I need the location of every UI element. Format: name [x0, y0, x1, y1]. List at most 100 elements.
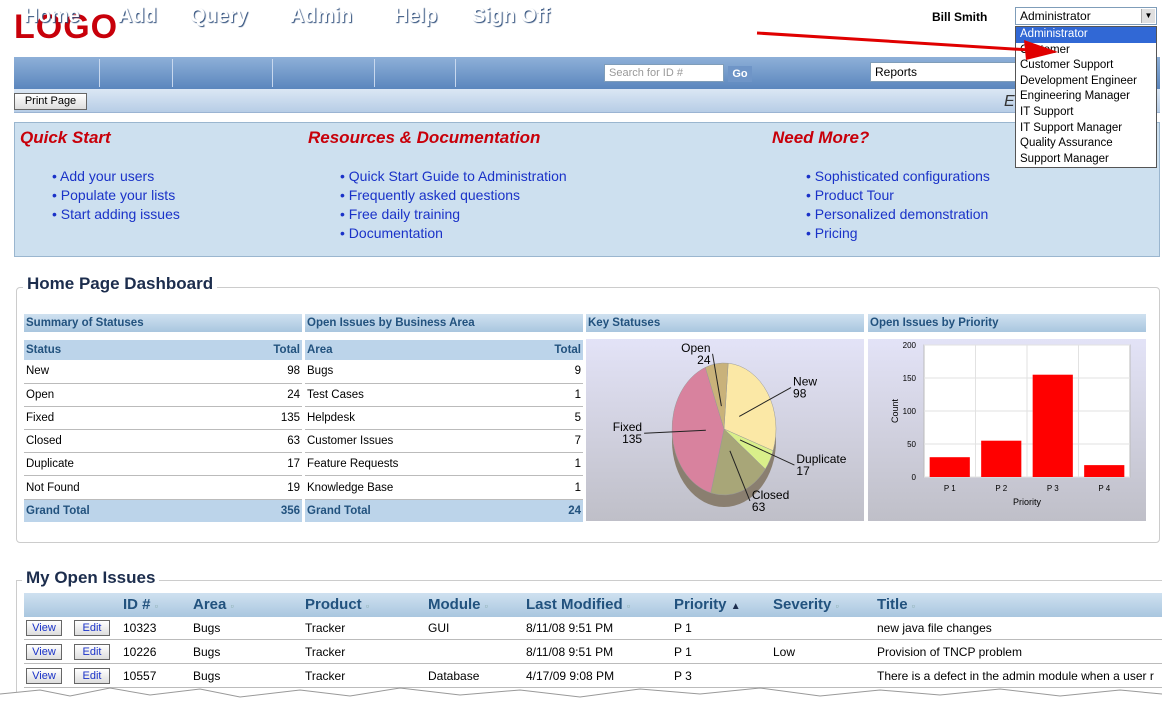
total-cell: 63: [215, 429, 302, 454]
key-statuses-header: Key Statuses: [586, 314, 864, 332]
column-header-module[interactable]: Module ▫: [428, 593, 488, 617]
area-cell: Bugs: [305, 360, 516, 384]
print-page-button[interactable]: Print Page: [14, 93, 87, 110]
business-area-table: Area Total Bugs 9 Test Cases 1 Helpdesk 5 C…: [305, 340, 583, 523]
view-button[interactable]: View: [26, 644, 62, 660]
quick-start-link[interactable]: Add your users: [52, 167, 180, 186]
quick-start-link[interactable]: Populate your lists: [52, 186, 180, 205]
column-header-id[interactable]: ID # ▫: [123, 593, 158, 617]
role-select[interactable]: Administrator ▼: [1015, 7, 1157, 25]
resources-heading: Resources & Documentation: [308, 128, 541, 147]
column-header-title[interactable]: Title ▫: [877, 593, 915, 617]
issue-module: GUI: [428, 621, 450, 635]
role-dropdown-list[interactable]: Administrator Customer Customer Support …: [1015, 26, 1157, 169]
area-cell: Customer Issues: [305, 429, 516, 454]
role-option[interactable]: Administrator: [1016, 27, 1156, 43]
need-more-link[interactable]: Pricing: [806, 224, 990, 243]
edit-button[interactable]: Edit: [74, 644, 110, 660]
need-more-link[interactable]: Product Tour: [806, 186, 990, 205]
column-header-area[interactable]: Area ▫: [193, 593, 234, 617]
nav-admin[interactable]: Admin: [290, 0, 352, 32]
y-tick-label: 200: [903, 341, 917, 350]
table-row[interactable]: View Edit 10323 Bugs Tracker GUI 8/11/08…: [24, 617, 1162, 640]
x-tick-label: P 4: [1098, 484, 1110, 493]
table-row: New 98: [24, 360, 302, 384]
role-option[interactable]: Support Manager: [1016, 152, 1156, 168]
chevron-down-icon[interactable]: ▼: [1141, 9, 1155, 23]
status-cell: Not Found: [24, 475, 216, 500]
sort-icon: ▫: [484, 601, 488, 611]
pie-value-label: 24: [697, 353, 711, 367]
need-more-heading: Need More?: [772, 128, 870, 147]
role-option[interactable]: Customer Support: [1016, 58, 1156, 74]
table-row: Fixed 135: [24, 406, 302, 431]
quick-start-link[interactable]: Start adding issues: [52, 205, 180, 224]
nav-query[interactable]: Query: [190, 0, 248, 32]
grand-total-label: Grand Total: [305, 499, 516, 523]
column-header-severity[interactable]: Severity ▫: [773, 593, 839, 617]
y-tick-label: 150: [903, 374, 917, 383]
sub-toolbar: [14, 89, 1160, 113]
view-button[interactable]: View: [26, 620, 62, 636]
issue-title[interactable]: Provision of TNCP problem: [877, 641, 1022, 664]
role-option[interactable]: IT Support: [1016, 105, 1156, 121]
x-axis-label: Priority: [1013, 497, 1042, 507]
search-id-input[interactable]: Search for ID #: [604, 64, 724, 82]
priority-header: Open Issues by Priority: [868, 314, 1146, 332]
need-more-link[interactable]: Sophisticated configurations: [806, 167, 990, 186]
role-option[interactable]: Quality Assurance: [1016, 136, 1156, 152]
total-cell: 5: [515, 406, 583, 431]
nav-add[interactable]: Add: [118, 0, 157, 32]
key-statuses-pie-chart: New98Duplicate17Closed63Fixed135Open24: [613, 341, 847, 514]
resources-link[interactable]: Quick Start Guide to Administration: [340, 167, 567, 186]
summary-statuses-table: Status Total New 98 Open 24 Fixed 135 Close…: [24, 340, 302, 523]
total-cell: 1: [515, 452, 583, 477]
issue-severity: Low: [773, 645, 796, 659]
total-cell: 9: [515, 360, 583, 384]
column-header: Total: [215, 340, 302, 360]
dashboard-title: Home Page Dashboard: [23, 274, 218, 294]
go-button[interactable]: Go: [728, 66, 752, 82]
y-axis-label: Count: [890, 399, 900, 424]
issue-title[interactable]: new java file changes: [877, 617, 992, 640]
total-cell: 135: [215, 406, 302, 431]
issue-priority: P 1: [674, 645, 692, 659]
issue-last-modified: 8/11/08 9:51 PM: [526, 621, 614, 635]
nav-help[interactable]: Help: [394, 0, 437, 32]
bar-p1: [929, 457, 970, 477]
issue-product: Tracker: [305, 621, 346, 635]
sort-ascending-icon: ▲: [730, 601, 741, 612]
quick-start-links: Add your users Populate your lists Start…: [52, 167, 180, 224]
column-header-priority[interactable]: Priority ▲: [674, 593, 741, 617]
total-cell: 19: [215, 475, 302, 500]
resources-link[interactable]: Frequently asked questions: [340, 186, 567, 205]
role-option[interactable]: IT Support Manager: [1016, 121, 1156, 137]
column-header: Status: [24, 340, 216, 360]
table-row: Duplicate 17: [24, 452, 302, 477]
area-cell: Helpdesk: [305, 406, 516, 431]
pie-value-label: 63: [752, 500, 766, 514]
column-header-product[interactable]: Product ▫: [305, 593, 369, 617]
column-header-last-modified[interactable]: Last Modified ▫: [526, 593, 630, 617]
table-row: Bugs 9: [305, 360, 583, 384]
role-option[interactable]: Customer: [1016, 43, 1156, 59]
resources-link[interactable]: Documentation: [340, 224, 567, 243]
total-cell: 24: [215, 383, 302, 407]
resources-link[interactable]: Free daily training: [340, 205, 567, 224]
nav-home[interactable]: Home: [24, 0, 80, 32]
table-row[interactable]: View Edit 10226 Bugs Tracker 8/11/08 9:5…: [24, 641, 1162, 664]
issue-product: Tracker: [305, 645, 346, 659]
issue-id: 10323: [123, 621, 157, 635]
reports-select[interactable]: Reports: [870, 62, 1018, 82]
edit-button[interactable]: Edit: [74, 620, 110, 636]
grand-total-value: 356: [215, 499, 302, 523]
status-cell: Open: [24, 383, 216, 407]
area-cell: Knowledge Base: [305, 475, 516, 500]
area-cell: Feature Requests: [305, 452, 516, 477]
bar-p3: [1032, 374, 1073, 477]
role-option[interactable]: Engineering Manager: [1016, 89, 1156, 105]
role-option[interactable]: Development Engineer: [1016, 74, 1156, 90]
need-more-link[interactable]: Personalized demonstration: [806, 205, 990, 224]
sort-icon: ▫: [911, 601, 915, 611]
nav-sign-off[interactable]: Sign Off: [472, 0, 550, 32]
